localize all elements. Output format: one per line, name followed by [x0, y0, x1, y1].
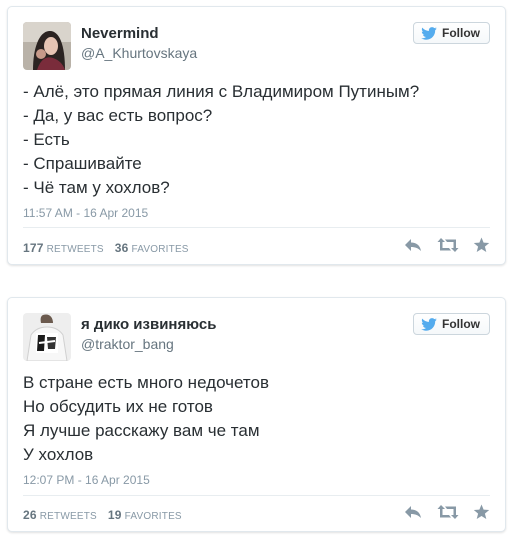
reply-icon[interactable] [404, 237, 423, 253]
timestamp[interactable]: 11:57 AM - 16 Apr 2015 [23, 206, 148, 220]
tweet-actions [404, 504, 490, 520]
favorites-stat[interactable]: 19 FAVORITES [107, 508, 182, 522]
avatar[interactable] [23, 22, 71, 70]
follow-label: Follow [442, 26, 480, 40]
tweet-card: я дико извиняюсь @traktor_bang Follow В … [7, 297, 506, 532]
avatar[interactable] [23, 313, 71, 361]
tweet-line: Но обсудить их не готов [23, 397, 213, 416]
twitter-bird-icon [421, 317, 437, 331]
favorites-label: FAVORITES [131, 244, 189, 255]
username[interactable]: @A_Khurtovskaya [81, 45, 197, 61]
retweet-icon[interactable] [437, 504, 459, 520]
tweet-line: - Есть [23, 130, 70, 149]
tweet-line: Я лучше расскажу вам че там [23, 421, 260, 440]
retweet-icon[interactable] [437, 237, 459, 253]
follow-label: Follow [442, 317, 480, 331]
tweet-line: - Спрашивайте [23, 154, 142, 173]
tweet-line: - Алё, это прямая линия с Владимиром Пут… [23, 82, 420, 101]
retweets-count: 177 [23, 241, 44, 255]
tweet-text: - Алё, это прямая линия с Владимиром Пут… [23, 80, 419, 200]
favorites-label: FAVORITES [124, 511, 182, 522]
favorites-count: 19 [107, 508, 122, 522]
display-name[interactable]: Nevermind [81, 25, 159, 42]
username[interactable]: @traktor_bang [81, 336, 174, 352]
tweet-line: В стране есть много недочетов [23, 373, 269, 392]
tweet-text: В стране есть много недочетов Но обсудит… [23, 371, 269, 467]
favorite-star-icon[interactable] [473, 237, 490, 253]
retweets-count: 26 [23, 508, 37, 522]
retweets-label: RETWEETS [39, 511, 97, 522]
tweet-stats: 177 RETWEETS 36 FAVORITES [23, 241, 197, 255]
retweets-label: RETWEETS [46, 244, 104, 255]
tweet-stats: 26 RETWEETS 19 FAVORITES [23, 508, 190, 522]
retweets-stat[interactable]: 26 RETWEETS [23, 508, 97, 522]
tweet-line: У хохлов [23, 445, 94, 464]
display-name[interactable]: я дико извиняюсь [81, 316, 216, 333]
divider [23, 495, 490, 496]
follow-button[interactable]: Follow [413, 22, 490, 44]
tweet-actions [404, 237, 490, 253]
favorites-stat[interactable]: 36 FAVORITES [114, 241, 189, 255]
twitter-bird-icon [421, 26, 437, 40]
tweet-line: - Чё там у хохлов? [23, 178, 170, 197]
favorite-star-icon[interactable] [473, 504, 490, 520]
timestamp[interactable]: 12:07 PM - 16 Apr 2015 [23, 473, 150, 487]
tweet-line: - Да, у вас есть вопрос? [23, 106, 213, 125]
reply-icon[interactable] [404, 504, 423, 520]
retweets-stat[interactable]: 177 RETWEETS [23, 241, 104, 255]
divider [23, 227, 490, 228]
follow-button[interactable]: Follow [413, 313, 490, 335]
tweet-card: Nevermind @A_Khurtovskaya Follow - Алё, … [7, 6, 506, 265]
favorites-count: 36 [114, 241, 129, 255]
